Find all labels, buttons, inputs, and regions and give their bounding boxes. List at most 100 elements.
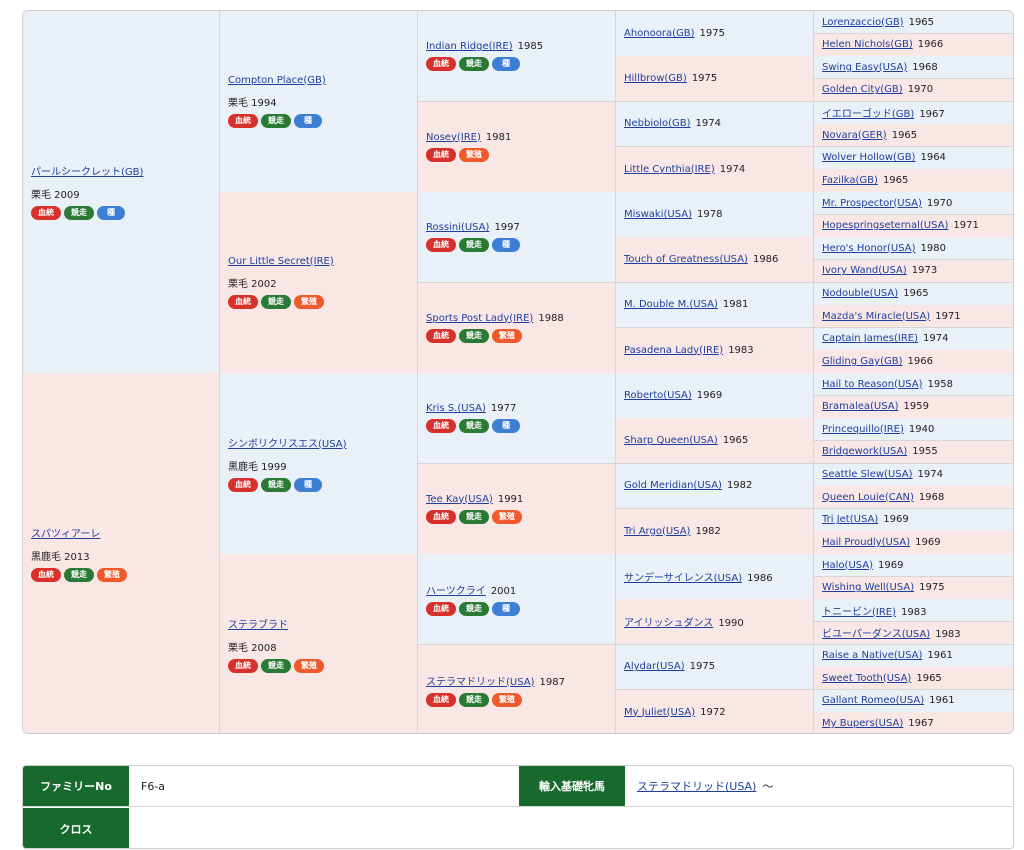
horse-name-link[interactable]: Ahonoora(GB): [624, 28, 695, 39]
badge-orange[interactable]: 繁殖: [492, 692, 522, 707]
horse-name-link[interactable]: Wishing Well(USA): [822, 582, 914, 593]
badge-red[interactable]: 血統: [426, 509, 456, 524]
badge-green[interactable]: 競走: [459, 602, 489, 616]
badge-green[interactable]: 競走: [459, 509, 489, 524]
horse-name-link[interactable]: Raise a Native(USA): [822, 650, 922, 661]
badge-orange[interactable]: 繁殖: [492, 509, 522, 524]
horse-name-link[interactable]: Indian Ridge(IRE): [426, 41, 513, 52]
horse-name-link[interactable]: Wolver Hollow(GB): [822, 152, 915, 163]
horse-name-link[interactable]: Alydar(USA): [624, 661, 685, 672]
horse-name-link[interactable]: Our Little Secret(IRE): [228, 256, 334, 267]
horse-name-link[interactable]: Nosey(IRE): [426, 132, 481, 143]
badge-red[interactable]: 血統: [426, 147, 456, 162]
horse-name-link[interactable]: My Juliet(USA): [624, 707, 695, 718]
horse-name-link[interactable]: Tee Kay(USA): [426, 494, 493, 505]
badge-blue[interactable]: 種: [492, 238, 520, 252]
horse-name-link[interactable]: Sports Post Lady(IRE): [426, 313, 533, 324]
badge-red[interactable]: 血統: [228, 477, 258, 492]
badge-red[interactable]: 血統: [426, 328, 456, 343]
horse-name-link[interactable]: Rossini(USA): [426, 222, 489, 233]
horse-name-link[interactable]: Roberto(USA): [624, 390, 692, 401]
horse-name-link[interactable]: Kris S.(USA): [426, 403, 486, 414]
horse-name-link[interactable]: Bridgework(USA): [822, 446, 907, 457]
horse-name-link[interactable]: ステラブラド: [228, 620, 288, 631]
horse-name-link[interactable]: Halo(USA): [822, 560, 873, 571]
horse-name-link[interactable]: Touch of Greatness(USA): [624, 254, 748, 265]
horse-name-link[interactable]: Pasadena Lady(IRE): [624, 345, 723, 356]
horse-name-link[interactable]: Tri Jet(USA): [822, 514, 878, 525]
horse-name-link[interactable]: イエローゴッド(GB): [822, 109, 914, 120]
badge-red[interactable]: 血統: [31, 206, 61, 221]
horse-name-link[interactable]: トニービン(IRE): [822, 607, 896, 618]
badge-blue[interactable]: 種: [492, 602, 520, 616]
horse-name-link[interactable]: Bramalea(USA): [822, 401, 899, 412]
badge-green[interactable]: 競走: [261, 294, 291, 309]
horse-name-link[interactable]: Hail to Reason(USA): [822, 379, 923, 390]
badge-blue[interactable]: 種: [492, 57, 520, 71]
horse-name-link[interactable]: Tri Argo(USA): [624, 526, 690, 537]
badge-blue[interactable]: 種: [97, 206, 125, 221]
horse-name-link[interactable]: Mr. Prospector(USA): [822, 198, 922, 209]
badge-red[interactable]: 血統: [426, 419, 456, 433]
badge-red[interactable]: 血統: [31, 568, 61, 583]
badge-blue[interactable]: 種: [294, 113, 322, 128]
badge-orange[interactable]: 繁殖: [459, 147, 489, 162]
badge-orange[interactable]: 繁殖: [97, 568, 127, 583]
horse-name-link[interactable]: Sweet Tooth(USA): [822, 673, 911, 684]
horse-name-link[interactable]: Gold Meridian(USA): [624, 480, 722, 491]
badge-orange[interactable]: 繁殖: [294, 294, 324, 309]
horse-name-link[interactable]: Hail Proudly(USA): [822, 537, 910, 548]
badge-green[interactable]: 競走: [459, 238, 489, 252]
horse-name-link[interactable]: アイリッシュダンス: [624, 618, 713, 629]
horse-name-link[interactable]: Gallant Romeo(USA): [822, 695, 924, 706]
import-mare-link[interactable]: ステラマドリッド(USA): [637, 778, 756, 794]
badge-green[interactable]: 競走: [261, 113, 291, 128]
horse-name-link[interactable]: Ivory Wand(USA): [822, 265, 907, 276]
badge-orange[interactable]: 繁殖: [492, 328, 522, 343]
horse-name-link[interactable]: Captain James(IRE): [822, 333, 918, 344]
horse-name-link[interactable]: Miswaki(USA): [624, 209, 692, 220]
horse-name-link[interactable]: ビユーパーダンス(USA): [822, 629, 930, 640]
badge-green[interactable]: 競走: [261, 658, 291, 673]
badge-green[interactable]: 競走: [64, 568, 94, 583]
horse-name-link[interactable]: Hero's Honor(USA): [822, 243, 916, 254]
horse-name-link[interactable]: Little Cynthia(IRE): [624, 164, 715, 175]
badge-red[interactable]: 血統: [426, 238, 456, 252]
badge-red[interactable]: 血統: [426, 602, 456, 616]
horse-name-link[interactable]: スパツィアーレ: [31, 529, 100, 540]
horse-name-link[interactable]: Golden City(GB): [822, 84, 903, 95]
horse-name-link[interactable]: Lorenzaccio(GB): [822, 17, 904, 28]
horse-name-link[interactable]: Mazda's Miracle(USA): [822, 311, 930, 322]
horse-name-link[interactable]: Nebbiolo(GB): [624, 118, 691, 129]
horse-name-link[interactable]: サンデーサイレンス(USA): [624, 573, 742, 584]
badge-red[interactable]: 血統: [228, 113, 258, 128]
horse-name-link[interactable]: シンボリクリスエス(USA): [228, 439, 347, 450]
badge-orange[interactable]: 繁殖: [294, 658, 324, 673]
horse-name-link[interactable]: Helen Nichols(GB): [822, 39, 913, 50]
badge-green[interactable]: 競走: [261, 477, 291, 492]
horse-name-link[interactable]: Fazilka(GB): [822, 175, 878, 186]
badge-green[interactable]: 競走: [459, 57, 489, 71]
badge-red[interactable]: 血統: [228, 658, 258, 673]
horse-name-link[interactable]: Compton Place(GB): [228, 75, 326, 86]
badge-red[interactable]: 血統: [426, 57, 456, 71]
horse-name-link[interactable]: Hillbrow(GB): [624, 73, 687, 84]
badge-green[interactable]: 競走: [459, 328, 489, 343]
badge-green[interactable]: 競走: [64, 206, 94, 221]
badge-blue[interactable]: 種: [492, 419, 520, 433]
horse-name-link[interactable]: M. Double M.(USA): [624, 299, 718, 310]
horse-name-link[interactable]: Novara(GER): [822, 130, 887, 141]
horse-name-link[interactable]: ステラマドリッド(USA): [426, 677, 535, 688]
horse-name-link[interactable]: Swing Easy(USA): [822, 62, 907, 73]
horse-name-link[interactable]: ハーツクライ: [426, 586, 486, 597]
horse-name-link[interactable]: Queen Louie(CAN): [822, 492, 914, 503]
badge-red[interactable]: 血統: [426, 692, 456, 707]
horse-name-link[interactable]: My Bupers(USA): [822, 718, 903, 729]
horse-name-link[interactable]: Hopespringseternal(USA): [822, 220, 948, 231]
horse-name-link[interactable]: Nodouble(USA): [822, 288, 898, 299]
badge-green[interactable]: 競走: [459, 419, 489, 433]
horse-name-link[interactable]: パールシークレット(GB): [31, 167, 143, 178]
horse-name-link[interactable]: Sharp Queen(USA): [624, 435, 718, 446]
badge-blue[interactable]: 種: [294, 477, 322, 492]
badge-green[interactable]: 競走: [459, 692, 489, 707]
